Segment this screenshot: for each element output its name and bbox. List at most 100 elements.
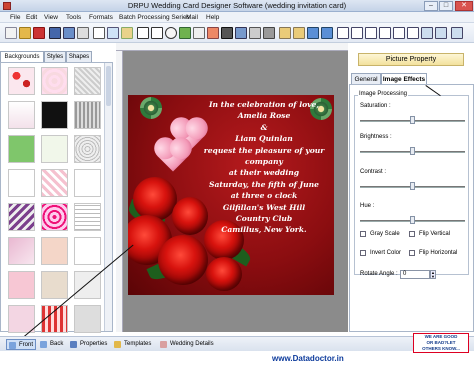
- tab-wedding-details-label: Wedding Details: [170, 341, 214, 347]
- menu-file[interactable]: File: [10, 14, 20, 21]
- background-thumbnail[interactable]: [8, 67, 35, 95]
- background-thumbnail[interactable]: [8, 203, 35, 231]
- menu-batch-processing[interactable]: Batch Processing Series: [119, 14, 190, 21]
- background-thumbnail[interactable]: [74, 67, 101, 95]
- background-thumbnail[interactable]: [41, 203, 68, 231]
- text-icon[interactable]: [151, 27, 163, 39]
- menu-view[interactable]: View: [44, 14, 58, 21]
- rotate-angle-spinner[interactable]: ▲ ▼: [430, 270, 436, 279]
- background-thumbnail[interactable]: [74, 237, 101, 265]
- tab-wedding-details[interactable]: Wedding Details: [158, 339, 218, 350]
- badge-line: OTHERS KNOW...: [422, 346, 460, 351]
- back-icon: [40, 341, 47, 348]
- view-icon[interactable]: [435, 27, 447, 39]
- rotate-angle-input[interactable]: 0: [400, 270, 430, 279]
- signature-icon[interactable]: [235, 27, 247, 39]
- menu-formats[interactable]: Formats: [89, 14, 113, 21]
- rotate-angle-label: Rotate Angle :: [360, 271, 398, 277]
- align-right-icon[interactable]: [365, 27, 377, 39]
- background-thumbnail[interactable]: [74, 169, 101, 197]
- scrollbar-thumb[interactable]: [106, 66, 111, 106]
- website-url[interactable]: www.Datadoctor.in: [272, 354, 344, 363]
- left-panel-scrollbar[interactable]: [104, 63, 112, 331]
- close-doc-icon[interactable]: [33, 27, 45, 39]
- tab-back[interactable]: Back: [38, 339, 68, 350]
- background-thumbnail[interactable]: [41, 271, 68, 299]
- background-thumbnail[interactable]: [8, 237, 35, 265]
- saturation-slider-thumb[interactable]: [410, 116, 415, 124]
- menu-help[interactable]: Help: [206, 14, 219, 21]
- line-icon[interactable]: [137, 27, 149, 39]
- align-left-icon[interactable]: [337, 27, 349, 39]
- rose-icon: [133, 177, 177, 221]
- background-thumbnail[interactable]: [8, 169, 35, 197]
- undo-icon[interactable]: [307, 27, 319, 39]
- barcode-icon[interactable]: [221, 27, 233, 39]
- background-thumbnail[interactable]: [41, 169, 68, 197]
- card-line: Saturday, the fifth of June: [208, 179, 320, 189]
- group-title: Image Processing: [358, 91, 409, 97]
- card-line: at their wedding: [228, 168, 300, 178]
- hue-slider-thumb[interactable]: [410, 216, 415, 224]
- ellipse-icon[interactable]: [165, 27, 177, 39]
- picture-property-header: Picture Property: [358, 53, 464, 66]
- tab-properties-label: Properties: [80, 341, 108, 347]
- copy-icon[interactable]: [107, 27, 119, 39]
- menu-bar: File Edit View Tools Formats Batch Proce…: [0, 12, 474, 23]
- new-icon[interactable]: [5, 27, 17, 39]
- tab-front[interactable]: Front: [6, 339, 36, 350]
- menu-edit[interactable]: Edit: [26, 14, 37, 21]
- invert-color-checkbox[interactable]: [360, 250, 366, 256]
- cut-icon[interactable]: [93, 27, 105, 39]
- background-thumbnail[interactable]: [41, 237, 68, 265]
- tab-properties[interactable]: Properties: [68, 339, 110, 350]
- background-thumbnail[interactable]: [74, 135, 101, 163]
- align-bottom-icon[interactable]: [393, 27, 405, 39]
- flip-vertical-checkbox[interactable]: [409, 231, 415, 237]
- zoom-out-icon[interactable]: [293, 27, 305, 39]
- wedding-card[interactable]: In the celebration of love, Amelia Rose …: [128, 95, 334, 295]
- background-thumbnail[interactable]: [74, 101, 101, 129]
- contrast-slider-thumb[interactable]: [410, 182, 415, 190]
- gray-scale-label: Gray Scale: [370, 231, 400, 237]
- minimize-button[interactable]: –: [424, 1, 438, 11]
- save-icon[interactable]: [49, 27, 61, 39]
- card-invitation-text[interactable]: In the celebration of love, Amelia Rose …: [194, 99, 334, 236]
- card-line: In the celebration of love,: [208, 100, 320, 109]
- print-icon[interactable]: [77, 27, 89, 39]
- background-thumbnail[interactable]: [8, 271, 35, 299]
- background-thumbnail[interactable]: [74, 305, 101, 333]
- image-icon[interactable]: [179, 27, 191, 39]
- close-button[interactable]: ✕: [455, 1, 473, 11]
- paste-icon[interactable]: [121, 27, 133, 39]
- zoom-in-icon[interactable]: [279, 27, 291, 39]
- align-center-icon[interactable]: [351, 27, 363, 39]
- align-top-icon[interactable]: [379, 27, 391, 39]
- background-thumbnail[interactable]: [8, 101, 35, 129]
- star-icon[interactable]: [207, 27, 219, 39]
- maximize-button[interactable]: □: [439, 1, 453, 11]
- rectangle-icon[interactable]: [193, 27, 205, 39]
- background-thumbnail[interactable]: [74, 203, 101, 231]
- library-icon[interactable]: [249, 27, 261, 39]
- flip-horizontal-checkbox[interactable]: [409, 250, 415, 256]
- background-thumbnail[interactable]: [41, 67, 68, 95]
- backgrounds-panel: [0, 62, 113, 333]
- settings-icon[interactable]: [451, 27, 463, 39]
- brightness-slider-thumb[interactable]: [410, 147, 415, 155]
- grid-icon[interactable]: [421, 27, 433, 39]
- watermark-icon[interactable]: [263, 27, 275, 39]
- card-line: Liam Quinlan: [235, 134, 293, 144]
- tab-templates[interactable]: Templates: [112, 339, 156, 350]
- feedback-badge[interactable]: WE ARE GOOD OR BAD?LET OTHERS KNOW...: [413, 333, 469, 353]
- menu-mail[interactable]: Mail: [186, 14, 198, 21]
- background-thumbnail[interactable]: [41, 135, 68, 163]
- redo-icon[interactable]: [321, 27, 333, 39]
- gray-scale-checkbox[interactable]: [360, 231, 366, 237]
- background-thumbnail[interactable]: [41, 101, 68, 129]
- menu-tools[interactable]: Tools: [66, 14, 81, 21]
- align-middle-icon[interactable]: [407, 27, 419, 39]
- save-as-icon[interactable]: [63, 27, 75, 39]
- background-thumbnail[interactable]: [8, 135, 35, 163]
- open-icon[interactable]: [19, 27, 31, 39]
